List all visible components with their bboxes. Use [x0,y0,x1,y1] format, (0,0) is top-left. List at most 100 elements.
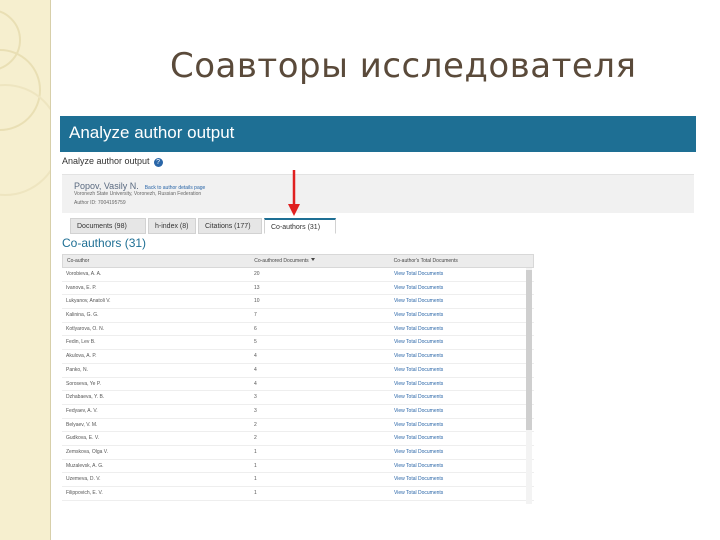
co-author-name: Akulova, A. P. [66,353,97,360]
view-total-documents-link[interactable]: View Total Documents [390,487,534,500]
view-total-documents-link[interactable]: View Total Documents [390,295,534,308]
table-scrollbar[interactable] [526,268,532,504]
section-title: Co-authors (31) [62,236,147,250]
col-co-authored-docs[interactable]: Co-authored Documents [250,255,389,267]
co-author-name: Kalinina, G. G. [66,312,99,319]
co-authored-count: 1 [254,476,257,483]
table-row: Belyaev, V. M. 2 View Total Documents [62,419,534,433]
table-row: Panko, N. 4 View Total Documents [62,364,534,378]
co-authored-count: 10 [254,298,260,305]
table-row: Fedin, Lev B. 5 View Total Documents [62,336,534,351]
help-icon[interactable]: ? [153,158,163,167]
co-authored-count: 3 [254,407,257,414]
table-row: Uzemeva, D. V. 1 View Total Documents [62,473,534,487]
co-authored-count: 20 [254,271,260,277]
view-total-documents-link[interactable]: View Total Documents [390,282,534,295]
col-co-authored-docs-label: Co-authored Documents [254,258,309,264]
view-total-documents-link[interactable]: View Total Documents [390,460,534,473]
scrollbar-thumb[interactable] [526,270,532,430]
co-authored-count: 2 [254,435,257,442]
co-author-name: Vorobieva, A. A. [66,271,102,277]
breadcrumb: Analyze author output? [62,156,163,167]
view-total-documents-link[interactable]: View Total Documents [390,446,534,459]
co-authored-count: 1 [254,490,257,496]
view-total-documents-link[interactable]: View Total Documents [390,364,534,377]
co-authored-count: 7 [254,312,257,319]
co-author-name: Belyaev, V. M. [66,421,98,428]
view-total-documents-link[interactable]: View Total Documents [390,336,534,349]
tab-documents[interactable]: Documents (98) [70,218,146,234]
decorative-band [0,0,50,540]
table-row: Muzalevsk, A. G. 1 View Total Documents [62,460,534,474]
co-author-name: Kotlyarova, O. N. [66,325,105,332]
view-total-documents-link[interactable]: View Total Documents [390,391,534,404]
app-header-title: Analyze author output [69,123,235,142]
co-author-name: Ivanova, E. P. [66,284,97,291]
tab-h-index[interactable]: h-index (8) [148,218,196,234]
tab-co-authors[interactable]: Co-authors (31) [264,218,336,234]
co-authored-count: 4 [254,380,257,387]
table-header: Co-author Co-authored Documents Co-autho… [62,254,534,268]
decorative-swirls [0,10,50,196]
table-row: Akulova, A. P. 4 View Total Documents [62,350,534,364]
author-name: Popov, Vasily N. [74,181,139,191]
co-authored-count: 13 [254,284,260,291]
co-authored-count: 1 [254,448,257,455]
co-authored-count: 1 [254,462,257,469]
table-row: Kalinina, G. G. 7 View Total Documents [62,309,534,323]
table-row: Dzhabaeva, Y. B. 3 View Total Documents [62,391,534,405]
breadcrumb-label: Analyze author output [62,156,150,166]
decorative-divider [50,0,51,540]
co-authored-count: 4 [254,353,257,360]
slide-title: Соавторы исследователя [170,46,637,86]
table-row: Filippovich, E. V. 1 View Total Documents [62,487,534,501]
screenshot: Analyze author output Analyze author out… [60,116,696,504]
view-total-documents-link[interactable]: View Total Documents [390,432,534,445]
view-total-documents-link[interactable]: View Total Documents [390,473,534,486]
co-author-name: Dzhabaeva, Y. B. [66,394,105,401]
tab-bar: Documents (98) h-index (8) Citations (17… [70,218,338,236]
view-total-documents-link[interactable]: View Total Documents [390,405,534,418]
co-author-name: Soroseva, Ye P. [66,380,101,387]
table-row: Kotlyarova, O. N. 6 View Total Documents [62,323,534,337]
view-total-documents-link[interactable]: View Total Documents [390,268,534,281]
author-affiliation: Voronezh State University, Voronezh, Rus… [74,191,202,197]
author-card: Popov, Vasily N. Back to author details p… [62,174,694,213]
col-co-author[interactable]: Co-author [63,255,250,267]
author-name-line: Popov, Vasily N. Back to author details p… [74,181,205,191]
co-authored-count: 2 [254,421,257,428]
co-author-name: Gudkova, E. V. [66,435,100,442]
view-total-documents-link[interactable]: View Total Documents [390,323,534,336]
co-author-name: Lukyanov, Anatoli V. [66,298,111,305]
table-body: Vorobieva, A. A. 20 View Total Documents Iv… [62,268,534,501]
view-total-documents-link[interactable]: View Total Documents [390,378,534,391]
red-arrow-annotation [288,170,300,216]
author-id: Author ID: 7004195759 [74,200,126,206]
co-authored-count: 3 [254,394,257,401]
sort-desc-icon [310,258,315,261]
table-row: Ivanova, E. P. 13 View Total Documents [62,282,534,296]
co-author-name: Panko, N. [66,366,88,373]
table-row: Zemskova, Olga V. 1 View Total Documents [62,446,534,460]
co-author-name: Zemskova, Olga V. [66,448,109,455]
co-authored-count: 5 [254,339,257,346]
table-row: Vorobieva, A. A. 20 View Total Documents [62,268,534,282]
co-authors-table: Co-author Co-authored Documents Co-autho… [62,254,534,501]
col-total-docs[interactable]: Co-author's Total Documents [390,255,533,267]
table-row: Soroseva, Ye P. 4 View Total Documents [62,378,534,392]
table-row: Gudkova, E. V. 2 View Total Documents [62,432,534,446]
table-row: Lukyanov, Anatoli V. 10 View Total Documen… [62,295,534,310]
co-authored-count: 6 [254,325,257,332]
app-header: Analyze author output [60,116,696,152]
table-row: Fedyaev, A. V. 3 View Total Documents [62,405,534,419]
co-author-name: Muzalevsk, A. G. [66,462,104,469]
co-author-name: Fedin, Lev B. [66,339,96,346]
co-author-name: Uzemeva, D. V. [66,476,101,483]
co-author-name: Filippovich, E. V. [66,490,103,496]
view-total-documents-link[interactable]: View Total Documents [390,419,534,432]
view-total-documents-link[interactable]: View Total Documents [390,350,534,363]
tab-citations[interactable]: Citations (177) [198,218,262,234]
view-total-documents-link[interactable]: View Total Documents [390,309,534,322]
co-author-name: Fedyaev, A. V. [66,407,98,414]
co-authored-count: 4 [254,366,257,373]
